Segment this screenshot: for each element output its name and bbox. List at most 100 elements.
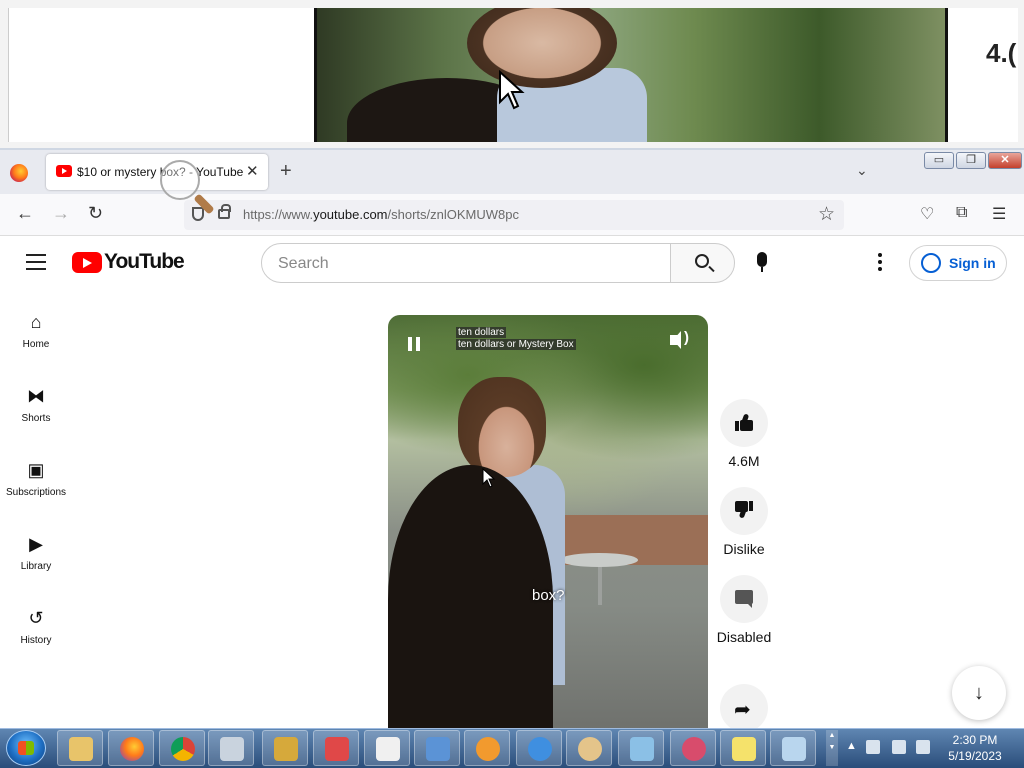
spade-card-icon — [376, 737, 400, 761]
sidebar-item-label: History — [20, 635, 52, 646]
taskbar-sticky-notes[interactable] — [720, 730, 766, 766]
show-hidden-icons-icon[interactable]: ▲ — [846, 740, 857, 752]
extensions-icon[interactable]: ⧉ — [956, 204, 967, 222]
comments-label: Disabled — [716, 629, 772, 645]
microphone-icon[interactable] — [757, 252, 767, 272]
folder-icon — [69, 737, 93, 761]
url-bar[interactable]: https://www.youtube.com/shorts/znlOKMUW8… — [184, 200, 844, 230]
pause-icon[interactable] — [408, 337, 424, 356]
sidebar-item-subscriptions[interactable]: ▣ Subscriptions — [0, 460, 72, 498]
mouse-cursor-icon — [482, 468, 496, 488]
tracking-shield-icon[interactable] — [192, 207, 204, 221]
search-button[interactable] — [670, 243, 735, 283]
close-window-button[interactable]: ✕ — [988, 152, 1022, 169]
taskbar-mail[interactable] — [618, 730, 664, 766]
firefox-menu-icon[interactable] — [10, 164, 28, 182]
taskbar-media-player[interactable] — [464, 730, 510, 766]
taskbar-chrome[interactable] — [159, 730, 205, 766]
taskbar-explorer[interactable] — [57, 730, 103, 766]
network-icon[interactable] — [892, 740, 906, 754]
thumbs-down-icon — [735, 501, 753, 519]
reload-icon[interactable]: ↻ — [88, 203, 103, 224]
more-options-icon[interactable] — [878, 253, 882, 274]
restore-button[interactable]: ❐ — [956, 152, 986, 169]
history-icon: ↺ — [28, 608, 44, 628]
chess-king-icon — [274, 737, 298, 761]
taskbar-chess[interactable] — [262, 730, 308, 766]
home-icon: ⌂ — [30, 312, 42, 332]
notepad-icon — [782, 737, 806, 761]
start-button[interactable] — [6, 730, 46, 766]
sign-in-button[interactable]: Sign in — [909, 245, 1007, 281]
volume-icon[interactable] — [670, 329, 689, 349]
action-center-icon[interactable] — [866, 740, 880, 754]
taskbar-paint[interactable] — [566, 730, 612, 766]
sidebar-item-home[interactable]: ⌂ Home — [0, 312, 72, 350]
taskbar-internet-explorer[interactable] — [516, 730, 562, 766]
magnifier-right-pane: 4.( — [948, 8, 1018, 142]
next-video-button[interactable]: ↓ — [952, 666, 1006, 720]
forward-arrow-icon[interactable]: → — [52, 203, 70, 224]
taskbar-scroll-buttons[interactable]: ▲ ▼ — [826, 730, 838, 766]
youtube-logo-icon[interactable] — [72, 252, 102, 273]
shorts-icon: ⧓ — [27, 386, 45, 406]
clock-time: 2:30 PM — [952, 733, 998, 747]
dislike-button[interactable] — [720, 487, 768, 535]
scissors-icon — [682, 737, 706, 761]
list-tabs-chevron-icon[interactable]: ⌄ — [856, 162, 868, 179]
sidebar-item-history[interactable]: ↺ History — [0, 608, 72, 646]
browser-tab[interactable]: $10 or mystery box? - YouTube ✕ — [46, 154, 268, 190]
pocket-icon[interactable]: ♡ — [920, 204, 934, 224]
guide-menu-icon[interactable] — [26, 254, 46, 270]
paint-palette-icon — [578, 737, 602, 761]
sidebar-item-library[interactable]: ▶ Library — [0, 534, 72, 572]
hearts-card-icon — [325, 737, 349, 761]
search-input[interactable]: Search — [261, 243, 671, 283]
sticky-note-icon — [732, 737, 756, 761]
sidebar-item-label: Home — [22, 339, 50, 350]
taskbar-snipping-tool[interactable] — [670, 730, 716, 766]
dislike-label: Dislike — [723, 541, 765, 557]
taskbar-control-panel[interactable] — [414, 730, 460, 766]
taskbar-notepad[interactable] — [770, 730, 816, 766]
shorts-video-player[interactable]: ten dollars ten dollars or Mystery Box b… — [388, 315, 708, 730]
url-text[interactable]: https://www.youtube.com/shorts/znlOKMUW8… — [243, 207, 519, 222]
tab-close-icon[interactable]: ✕ — [246, 162, 259, 180]
chrome-icon — [171, 737, 195, 761]
like-button[interactable] — [720, 399, 768, 447]
control-panel-icon — [426, 737, 450, 761]
video-table-leg — [598, 565, 602, 605]
magnified-video — [314, 8, 948, 142]
taskbar-solitaire[interactable] — [364, 730, 410, 766]
search-icon — [695, 254, 709, 268]
thumbs-up-icon — [735, 413, 753, 431]
youtube-favicon-icon — [56, 165, 72, 177]
magnified-cursor-icon — [499, 70, 525, 110]
clock-date: 5/19/2023 — [948, 749, 1002, 763]
back-arrow-icon[interactable]: ← — [16, 203, 34, 224]
new-tab-button[interactable]: + — [280, 160, 292, 183]
magnifier-glass-icon — [160, 160, 200, 200]
taskbar-calculator[interactable] — [208, 730, 254, 766]
sign-in-label: Sign in — [949, 255, 996, 271]
sidebar-item-shorts[interactable]: ⧓ Shorts — [0, 386, 72, 424]
taskbar-hearts[interactable] — [313, 730, 359, 766]
taskbar-firefox[interactable] — [108, 730, 154, 766]
volume-muted-icon[interactable] — [916, 740, 930, 754]
system-clock[interactable]: 2:30 PM 5/19/2023 — [940, 732, 1010, 764]
internet-explorer-icon — [528, 737, 552, 761]
app-menu-icon[interactable]: ☰ — [992, 204, 1006, 224]
paper-plane-icon — [630, 737, 654, 761]
comments-button[interactable] — [720, 575, 768, 623]
video-person-hair — [388, 465, 553, 730]
minimize-button[interactable]: ▭ — [924, 152, 954, 169]
sidebar-item-label: Shorts — [21, 413, 51, 424]
bookmark-star-icon[interactable]: ☆ — [818, 203, 835, 226]
lock-icon[interactable] — [218, 204, 231, 219]
youtube-wordmark[interactable]: YouTube — [104, 250, 185, 274]
sidebar-item-label: Library — [20, 561, 52, 572]
video-person-head — [458, 377, 546, 477]
share-button[interactable]: ➦ — [720, 684, 768, 732]
library-icon: ▶ — [29, 534, 43, 554]
subscriptions-icon: ▣ — [27, 460, 45, 480]
